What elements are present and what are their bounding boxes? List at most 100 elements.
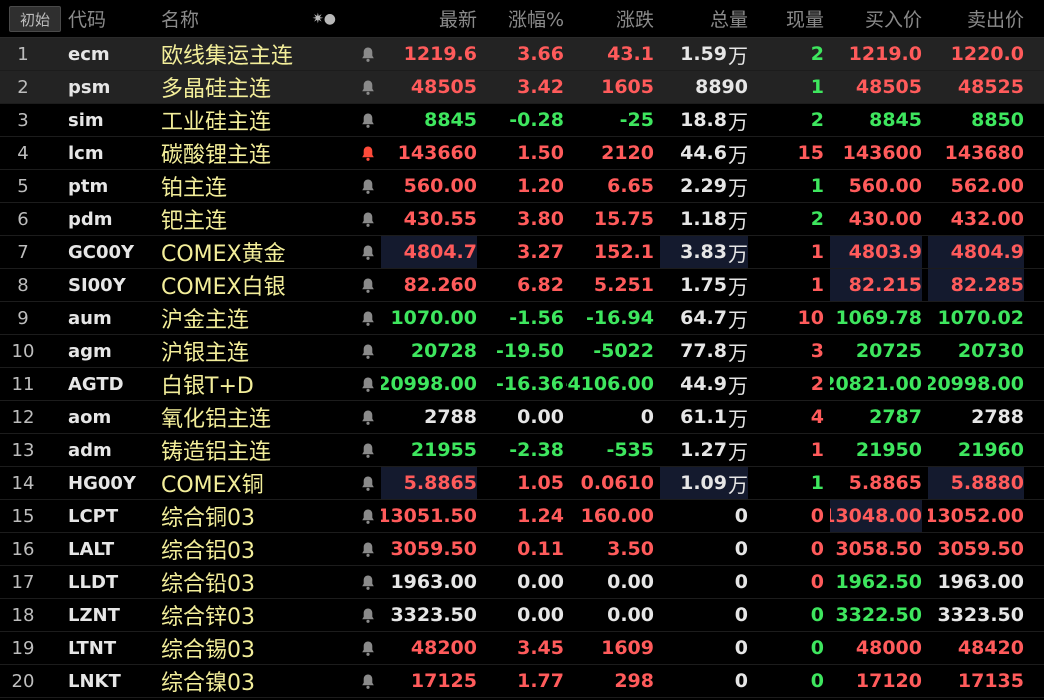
column-settings-icon[interactable]: ✷● bbox=[306, 0, 342, 37]
instrument-code: LLDT bbox=[68, 571, 119, 593]
bell-icon[interactable] bbox=[357, 665, 379, 697]
volume-unit: 万 bbox=[728, 175, 748, 200]
current-volume: 0 bbox=[810, 538, 824, 560]
table-row[interactable]: 20 LNKT 综合镍03 17125 1.77 298 0 0 17120 17135 bbox=[0, 665, 1044, 698]
current-volume: 1 bbox=[810, 274, 824, 296]
bid-price: 8845 bbox=[869, 109, 922, 131]
instrument-code: psm bbox=[68, 76, 111, 98]
table-row[interactable]: 17 LLDT 综合铅03 1963.00 0.00 0.00 0 0 1962.50 1963.… bbox=[0, 566, 1044, 599]
volume-value: 0 bbox=[734, 538, 748, 560]
column-header-last[interactable]: 最新 bbox=[381, 0, 477, 37]
bid-price: 560.00 bbox=[848, 175, 922, 197]
ask-price: 2788 bbox=[971, 406, 1024, 428]
bid-price: 2787 bbox=[869, 406, 922, 428]
change-percent: -2.38 bbox=[509, 439, 564, 461]
table-row[interactable]: 19 LTNT 综合锡03 48200 3.45 1609 0 0 48000 48420 bbox=[0, 632, 1044, 665]
bid-price: 143600 bbox=[842, 142, 922, 164]
bell-icon[interactable] bbox=[357, 599, 379, 631]
table-row[interactable]: 11 AGTD 白银T+D 20998.00 -16.36 -4106.00 44.9 万 2 2… bbox=[0, 368, 1044, 401]
bell-icon[interactable] bbox=[357, 368, 379, 400]
bell-icon[interactable] bbox=[357, 302, 379, 334]
table-row[interactable]: 16 LALT 综合铝03 3059.50 0.11 3.50 0 0 3058.50 3059.… bbox=[0, 533, 1044, 566]
row-index: 15 bbox=[11, 505, 35, 527]
change-percent: 3.66 bbox=[517, 43, 564, 65]
bell-icon[interactable] bbox=[357, 38, 379, 70]
instrument-code: agm bbox=[68, 340, 112, 362]
column-header-chg[interactable]: 涨跌 bbox=[566, 0, 654, 37]
volume-unit: 万 bbox=[728, 307, 748, 332]
init-button[interactable]: 初始 bbox=[9, 6, 61, 32]
change-percent: 1.24 bbox=[517, 505, 564, 527]
current-volume: 10 bbox=[797, 307, 824, 329]
change-amount: 0.0610 bbox=[580, 472, 654, 494]
change-amount: -16.94 bbox=[586, 307, 654, 329]
table-row[interactable]: 1 ecm 欧线集运主连 1219.6 3.66 43.1 1.59 万 2 1219.0 1220… bbox=[0, 38, 1044, 71]
ask-price: 13052.00 bbox=[928, 505, 1024, 527]
change-amount: 5.251 bbox=[593, 274, 654, 296]
ask-price: 8850 bbox=[971, 109, 1024, 131]
bell-icon[interactable] bbox=[357, 137, 379, 169]
row-index: 6 bbox=[17, 208, 29, 230]
table-row[interactable]: 15 LCPT 综合铜03 13051.50 1.24 160.00 0 0 13048.00 1… bbox=[0, 500, 1044, 533]
bell-icon[interactable] bbox=[357, 533, 379, 565]
bid-price: 4803.9 bbox=[830, 236, 922, 268]
table-row[interactable]: 3 sim 工业硅主连 8845 -0.28 -25 18.8 万 2 8845 8850 bbox=[0, 104, 1044, 137]
bell-icon[interactable] bbox=[357, 203, 379, 235]
bell-icon[interactable] bbox=[357, 335, 379, 367]
bell-icon[interactable] bbox=[357, 434, 379, 466]
change-amount: 1609 bbox=[601, 637, 654, 659]
bell-icon[interactable] bbox=[357, 467, 379, 499]
bell-icon[interactable] bbox=[357, 269, 379, 301]
current-volume: 0 bbox=[810, 637, 824, 659]
last-price: 4804.7 bbox=[381, 236, 477, 268]
row-index: 18 bbox=[11, 604, 35, 626]
table-row[interactable]: 7 GC00Y COMEX黄金 4804.7 3.27 152.1 3.83 万 1 4803.9… bbox=[0, 236, 1044, 269]
current-volume: 1 bbox=[810, 241, 824, 263]
volume-value: 0 bbox=[734, 637, 748, 659]
column-header-bid[interactable]: 买入价 bbox=[830, 0, 922, 37]
table-row[interactable]: 14 HG00Y COMEX铜 5.8865 1.05 0.0610 1.09 万 1 5.886… bbox=[0, 467, 1044, 500]
row-index: 14 bbox=[11, 472, 35, 494]
table-row[interactable]: 6 pdm 钯主连 430.55 3.80 15.75 1.18 万 2 430.00 432.00 bbox=[0, 203, 1044, 236]
bell-icon[interactable] bbox=[357, 71, 379, 103]
change-amount: 0.00 bbox=[607, 571, 654, 593]
table-row[interactable]: 13 adm 铸造铝主连 21955 -2.38 -535 1.27 万 1 21950 21960 bbox=[0, 434, 1044, 467]
total-volume: 44.6 万 bbox=[660, 137, 748, 169]
bid-price: 20725 bbox=[855, 340, 922, 362]
bid-price: 82.215 bbox=[830, 269, 922, 301]
table-row[interactable]: 18 LZNT 综合锌03 3323.50 0.00 0.00 0 0 3322.50 3323.… bbox=[0, 599, 1044, 632]
bell-icon[interactable] bbox=[357, 236, 379, 268]
column-header-ask[interactable]: 卖出价 bbox=[928, 0, 1024, 37]
column-header-code[interactable]: 代码 bbox=[68, 0, 158, 37]
bell-icon[interactable] bbox=[357, 566, 379, 598]
instrument-name: 氧化铝主连 bbox=[161, 407, 272, 432]
last-price: 48505 bbox=[410, 76, 477, 98]
table-row[interactable]: 12 aom 氧化铝主连 2788 0.00 0 61.1 万 4 2787 2788 bbox=[0, 401, 1044, 434]
last-price: 143660 bbox=[397, 142, 477, 164]
column-header-vol[interactable]: 总量 bbox=[660, 0, 748, 37]
bell-icon[interactable] bbox=[357, 632, 379, 664]
table-row[interactable]: 2 psm 多晶硅主连 48505 3.42 1605 8890 1 48505 48525 bbox=[0, 71, 1044, 104]
column-header-pct[interactable]: 涨幅% bbox=[484, 0, 564, 37]
table-row[interactable]: 4 lcm 碳酸锂主连 143660 1.50 2120 44.6 万 15 143600 1436… bbox=[0, 137, 1044, 170]
change-percent: 6.82 bbox=[517, 274, 564, 296]
change-percent: 3.42 bbox=[517, 76, 564, 98]
volume-value: 3.83 bbox=[680, 241, 727, 263]
table-row[interactable]: 8 SI00Y COMEX白银 82.260 6.82 5.251 1.75 万 1 82.215… bbox=[0, 269, 1044, 302]
row-index: 12 bbox=[11, 406, 35, 428]
last-price: 430.55 bbox=[403, 208, 477, 230]
table-row[interactable]: 10 agm 沪银主连 20728 -19.50 -5022 77.8 万 3 20725 2073… bbox=[0, 335, 1044, 368]
bell-icon[interactable] bbox=[357, 500, 379, 532]
bell-icon[interactable] bbox=[357, 170, 379, 202]
total-volume: 8890 bbox=[660, 71, 748, 103]
table-row[interactable]: 9 aum 沪金主连 1070.00 -1.56 -16.94 64.7 万 10 1069.78… bbox=[0, 302, 1044, 335]
instrument-name: 综合铜03 bbox=[161, 506, 255, 531]
table-row[interactable]: 5 ptm 铂主连 560.00 1.20 6.65 2.29 万 1 560.00 562.00 bbox=[0, 170, 1044, 203]
ask-price: 5.8880 bbox=[928, 467, 1024, 499]
total-volume: 44.9 万 bbox=[660, 368, 748, 400]
bell-icon[interactable] bbox=[357, 401, 379, 433]
column-header-cur[interactable]: 现量 bbox=[740, 0, 824, 37]
column-header-name[interactable]: 名称 bbox=[161, 0, 281, 37]
row-index: 9 bbox=[17, 307, 29, 329]
bell-icon[interactable] bbox=[357, 104, 379, 136]
